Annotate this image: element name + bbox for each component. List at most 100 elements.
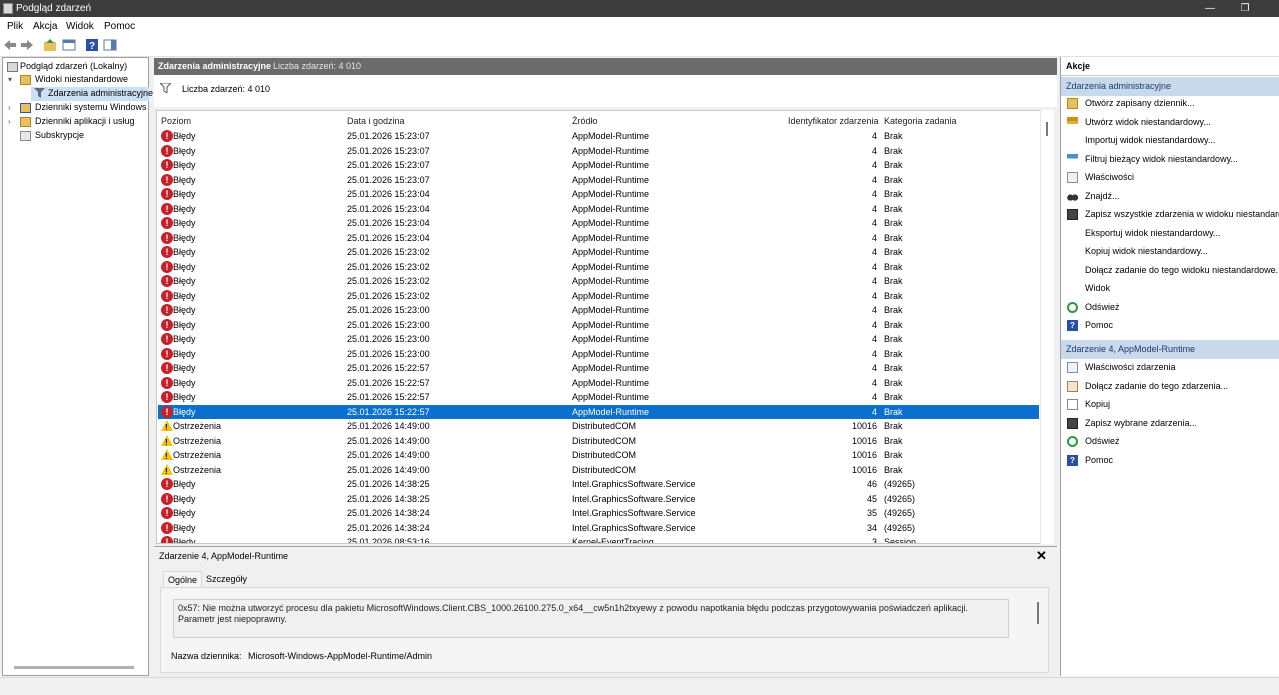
action-item[interactable]: Właściwości zdarzenia	[1061, 359, 1279, 376]
action-item[interactable]: Odśwież	[1061, 433, 1279, 450]
action-item[interactable]: Eksportuj widok niestandardowy...	[1061, 225, 1279, 242]
column-header-task-category[interactable]: Kategoria zadania	[884, 116, 957, 126]
log-name-value[interactable]: Microsoft-Windows-AppModel-Runtime/Admin	[248, 651, 432, 661]
table-row[interactable]: ! Błędy 25.01.2026 15:23:02 AppModel-Runtim…	[158, 274, 1039, 288]
action-item[interactable]: Kopiuj widok niestandardowy...	[1061, 243, 1279, 260]
minimize-button[interactable]: —	[1195, 1, 1225, 16]
table-row[interactable]: ! Ostrzeżenia 25.01.2026 14:49:00 Distribut…	[158, 463, 1039, 477]
action-item[interactable]: Odśwież	[1061, 299, 1279, 316]
column-header-source[interactable]: Źródło	[572, 116, 598, 126]
menu-help[interactable]: Pomoc	[104, 21, 135, 32]
table-row[interactable]: ! Błędy 25.01.2026 15:23:00 AppModel-Runtim…	[158, 347, 1039, 361]
table-row[interactable]: ! Ostrzeżenia 25.01.2026 14:49:00 Distribut…	[158, 419, 1039, 433]
table-row[interactable]: ! Błędy 25.01.2026 15:23:00 AppModel-Runtim…	[158, 318, 1039, 332]
table-row[interactable]: ! Błędy 25.01.2026 15:23:07 AppModel-Runtim…	[158, 129, 1039, 143]
close-detail-button[interactable]: ✕	[1036, 548, 1047, 564]
tab-details[interactable]: Szczegóły	[202, 571, 251, 587]
table-row[interactable]: ! Błędy 25.01.2026 15:23:07 AppModel-Runtim…	[158, 173, 1039, 187]
table-row[interactable]: ! Błędy 25.01.2026 14:38:24 Intel.GraphicsS…	[158, 506, 1039, 520]
action-item[interactable]: Zapisz wszystkie zdarzenia w widoku nies…	[1061, 206, 1279, 223]
table-row[interactable]: ! Błędy 25.01.2026 15:23:07 AppModel-Runtim…	[158, 158, 1039, 172]
table-row[interactable]: ! Błędy 25.01.2026 08:53:16 Kernel-EventTra…	[158, 535, 1039, 543]
table-row[interactable]: ! Błędy 25.01.2026 14:38:24 Intel.GraphicsS…	[158, 521, 1039, 535]
action-item[interactable]: ? Pomoc	[1061, 452, 1279, 469]
action-item[interactable]: Otwórz zapisany dziennik...	[1061, 95, 1279, 112]
help-icon[interactable]: ?	[85, 38, 99, 52]
cell-level: Błędy	[173, 203, 196, 214]
action-item[interactable]: Filtruj bieżący widok niestandardowy...	[1061, 151, 1279, 168]
action-item[interactable]: Właściwości	[1061, 169, 1279, 186]
table-row[interactable]: ! Błędy 25.01.2026 15:23:04 AppModel-Runtim…	[158, 187, 1039, 201]
table-row[interactable]: ! Błędy 25.01.2026 15:23:00 AppModel-Runtim…	[158, 303, 1039, 317]
forward-arrow-icon[interactable]	[20, 38, 34, 52]
action-item[interactable]: Znajdź...	[1061, 188, 1279, 205]
error-icon: !	[161, 246, 173, 258]
back-arrow-icon[interactable]	[3, 38, 17, 52]
cell-event-id: 4	[871, 174, 877, 185]
menu-file[interactable]: Plik	[7, 21, 23, 32]
action-item[interactable]: Utwórz widok niestandardowy...	[1061, 114, 1279, 131]
table-row[interactable]: ! Błędy 25.01.2026 15:23:02 AppModel-Runtim…	[158, 245, 1039, 259]
table-row[interactable]: ! Błędy 25.01.2026 15:23:04 AppModel-Runtim…	[158, 202, 1039, 216]
tree-root[interactable]: Podgląd zdarzeń (Lokalny)	[20, 60, 127, 73]
table-row[interactable]: ! Błędy 25.01.2026 14:38:25 Intel.GraphicsS…	[158, 477, 1039, 491]
actions-section-event[interactable]: Zdarzenie 4, AppModel-Runtime	[1061, 340, 1279, 359]
tree-admin-events[interactable]: Zdarzenia administracyjne	[48, 87, 153, 100]
action-item[interactable]: Dołącz zadanie do tego widoku niestandar…	[1061, 262, 1279, 279]
tree-app-logs[interactable]: Dzienniki aplikacji i usług	[35, 115, 135, 128]
action-item[interactable]: Widok	[1061, 280, 1279, 297]
actions-section-view[interactable]: Zdarzenia administracyjne	[1061, 77, 1279, 96]
action-item[interactable]: Kopiuj	[1061, 396, 1279, 413]
events-vertical-scrollbar[interactable]	[1040, 110, 1054, 544]
table-row[interactable]: ! Błędy 25.01.2026 15:23:07 AppModel-Runtim…	[158, 144, 1039, 158]
menu-view[interactable]: Widok	[66, 21, 94, 32]
cell-level: Błędy	[173, 276, 196, 286]
action-item[interactable]: Importuj widok niestandardowy...	[1061, 132, 1279, 149]
cell-level: Błędy	[173, 319, 196, 330]
scrollbar-thumb[interactable]	[1046, 122, 1048, 136]
tree-windows-logs[interactable]: Dzienniki systemu Windows	[35, 101, 147, 114]
show-hide-action-pane-icon[interactable]	[103, 38, 117, 52]
error-icon: !	[161, 144, 173, 157]
cell-task-category: Brak	[884, 377, 903, 388]
cell-date: 25.01.2026 15:23:04	[347, 218, 430, 228]
cell-event-id: 4	[871, 406, 877, 417]
up-folder-icon[interactable]	[43, 38, 57, 52]
expand-arrow-icon[interactable]: ▾	[8, 73, 12, 86]
event-message[interactable]: 0x57: Nie można utworzyć procesu dla pak…	[173, 599, 1009, 638]
binoculars-icon	[1067, 190, 1078, 202]
action-label: Odśwież	[1085, 436, 1120, 446]
tree-custom-views[interactable]: Widoki niestandardowe	[35, 73, 128, 86]
show-hide-tree-icon[interactable]	[62, 38, 76, 52]
restore-button[interactable]: ❐	[1230, 1, 1260, 16]
message-scrollbar-thumb[interactable]	[1037, 602, 1039, 624]
table-row[interactable]: ! Ostrzeżenia 25.01.2026 14:49:00 Distribut…	[158, 434, 1039, 448]
action-item[interactable]: Zapisz wybrane zdarzenia...	[1061, 415, 1279, 432]
cell-source: DistributedCOM	[572, 450, 637, 460]
table-row[interactable]: ! Błędy 25.01.2026 15:23:00 AppModel-Runtim…	[158, 332, 1039, 346]
cell-task-category: (49265)	[884, 522, 916, 533]
table-row[interactable]: ! Błędy 25.01.2026 15:22:57 AppModel-Runtim…	[158, 361, 1039, 375]
tab-general[interactable]: Ogólne	[163, 571, 203, 588]
table-row[interactable]: ! Błędy 25.01.2026 15:23:04 AppModel-Runtim…	[158, 216, 1039, 230]
table-row[interactable]: ! Błędy 25.01.2026 15:23:02 AppModel-Runtim…	[158, 289, 1039, 303]
cell-task-category: Brak	[884, 174, 903, 185]
menu-action[interactable]: Akcja	[33, 21, 57, 32]
table-row[interactable]: ! Błędy 25.01.2026 15:22:57 AppModel-Runtim…	[158, 376, 1039, 390]
collapse-arrow-icon[interactable]: ›	[8, 101, 11, 114]
action-item[interactable]: ? Pomoc	[1061, 317, 1279, 334]
table-row[interactable]: ! Błędy 25.01.2026 14:38:25 Intel.GraphicsS…	[158, 492, 1039, 506]
column-header-level[interactable]: Poziom	[161, 116, 191, 126]
tree-horizontal-scrollbar[interactable]	[14, 666, 134, 669]
table-row[interactable]: ! Błędy 25.01.2026 15:22:57 AppModel-Runtim…	[158, 404, 1039, 419]
table-row[interactable]: ! Błędy 25.01.2026 15:23:02 AppModel-Runtim…	[158, 260, 1039, 274]
collapse-arrow-icon[interactable]: ›	[8, 115, 11, 128]
table-row[interactable]: ! Błędy 25.01.2026 15:22:57 AppModel-Runtim…	[158, 390, 1039, 404]
table-row[interactable]: ! Ostrzeżenia 25.01.2026 14:49:00 Distribut…	[158, 448, 1039, 462]
filter-icon	[160, 83, 171, 93]
action-item[interactable]: Dołącz zadanie do tego zdarzenia...	[1061, 378, 1279, 395]
column-header-event-id[interactable]: Identyfikator zdarzenia	[788, 116, 879, 126]
tree-subscriptions[interactable]: Subskrypcje	[35, 129, 84, 142]
column-header-date[interactable]: Data i godzina	[347, 116, 405, 126]
table-row[interactable]: ! Błędy 25.01.2026 15:23:04 AppModel-Runtim…	[158, 231, 1039, 245]
